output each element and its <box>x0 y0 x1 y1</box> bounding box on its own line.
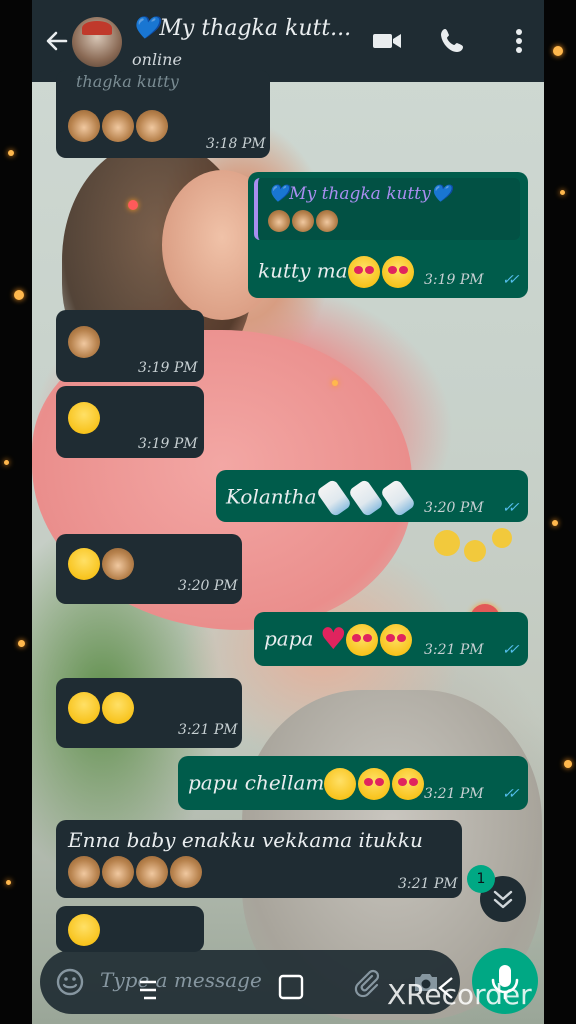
read-ticks-icon: ✓✓ <box>502 500 520 516</box>
more-options-icon[interactable] <box>502 24 536 58</box>
message-incoming[interactable] <box>56 906 204 952</box>
read-ticks-icon: ✓✓ <box>502 272 520 288</box>
see-no-evil-monkey-emoji <box>268 210 290 232</box>
message-text-row: papu chellam <box>188 768 426 800</box>
see-no-evil-monkey-emoji <box>102 856 134 888</box>
message-text: Enna baby enakku vekkama itukku <box>68 828 423 852</box>
see-no-evil-monkey-emoji <box>68 856 100 888</box>
quoted-fragment: thagka kutty <box>76 72 179 91</box>
see-no-evil-monkey-emoji <box>292 210 314 232</box>
unread-badge[interactable]: 1 <box>467 865 495 893</box>
see-no-evil-monkey-emoji <box>102 110 134 142</box>
baby-bottle-emoji <box>379 478 417 518</box>
heart-eyes-emoji <box>381 256 414 288</box>
message-emoji <box>68 548 136 580</box>
hand-over-mouth-emoji <box>102 692 134 724</box>
smiling-face-with-hearts-emoji <box>358 768 391 800</box>
see-no-evil-monkey-emoji <box>136 856 168 888</box>
recents-icon <box>140 980 156 1000</box>
message-time: 3:21 PM <box>424 786 484 802</box>
message-time: 3:21 PM <box>398 876 458 892</box>
read-ticks-icon: ✓✓ <box>502 786 520 802</box>
message-time: 3:19 PM <box>138 360 198 376</box>
see-no-evil-monkey-emoji <box>316 210 338 232</box>
avatar[interactable] <box>72 17 122 67</box>
chat-screen: 💙My thagka kutt... online thagka kutty 3… <box>32 0 544 1024</box>
hand-over-mouth-emoji <box>68 548 100 580</box>
message-incoming[interactable]: 3:19 PM <box>56 310 204 382</box>
message-incoming[interactable]: Enna baby enakku vekkama itukku 3:21 PM <box>56 820 462 898</box>
message-incoming[interactable]: 3:21 PM <box>56 678 242 748</box>
message-incoming[interactable]: 3:20 PM <box>56 534 242 604</box>
quoted-sender-name: 💙My thagka kutty💙 <box>268 184 452 204</box>
squinting-tongue-emoji <box>324 768 357 800</box>
message-text-row: papa <box>264 622 414 657</box>
see-no-evil-monkey-emoji <box>170 856 202 888</box>
message-time: 3:21 PM <box>424 642 484 658</box>
back-arrow-icon[interactable] <box>42 26 72 56</box>
message-time: 3:18 PM <box>206 136 266 152</box>
see-no-evil-monkey-emoji <box>68 110 100 142</box>
message-time: 3:19 PM <box>424 272 484 288</box>
message-text-row: kutty ma <box>258 256 416 288</box>
phone-call-icon[interactable] <box>436 24 470 58</box>
message-text: papu chellam <box>188 770 325 795</box>
message-text: Kolantha <box>226 484 317 509</box>
video-call-icon[interactable] <box>370 24 404 58</box>
red-heart-emoji <box>320 622 347 657</box>
message-text: papa <box>264 626 314 651</box>
message-outgoing[interactable]: papu chellam 3:21 PM ✓✓ <box>178 756 528 810</box>
message-incoming[interactable]: 3:19 PM <box>56 386 204 458</box>
star-struck-emoji <box>68 914 100 946</box>
contact-name[interactable]: 💙My thagka kutt... <box>132 16 351 41</box>
message-emoji <box>68 856 204 888</box>
see-no-evil-monkey-emoji <box>136 110 168 142</box>
message-outgoing[interactable]: 💙My thagka kutty💙 kutty ma 3:19 PM ✓✓ <box>248 172 528 298</box>
smiling-face-with-hearts-emoji <box>347 256 380 288</box>
smiling-face-with-hearts-emoji <box>345 624 378 656</box>
nerd-face-emoji <box>68 402 100 434</box>
message-outgoing[interactable]: Kolantha 3:20 PM ✓✓ <box>216 470 528 522</box>
heart-eyes-emoji <box>392 768 425 800</box>
message-time: 3:20 PM <box>424 500 484 516</box>
message-outgoing[interactable]: papa 3:21 PM ✓✓ <box>254 612 528 666</box>
see-no-evil-monkey-emoji <box>102 548 134 580</box>
contact-status: online <box>132 50 182 69</box>
message-emoji <box>68 914 102 946</box>
home-icon <box>278 974 304 1000</box>
quoted-message[interactable]: 💙My thagka kutty💙 <box>254 178 520 240</box>
message-time: 3:19 PM <box>138 436 198 452</box>
grinning-face-emoji <box>68 692 100 724</box>
heart-eyes-emoji <box>379 624 412 656</box>
message-time: 3:21 PM <box>178 722 238 738</box>
emoji-icon[interactable] <box>54 966 86 998</box>
message-text: kutty ma <box>258 258 348 283</box>
baby-bottle-emoji <box>315 478 353 518</box>
message-emoji <box>68 110 170 142</box>
message-emoji <box>68 692 136 724</box>
message-text-row: Kolantha <box>226 478 419 518</box>
read-ticks-icon: ✓✓ <box>502 642 520 658</box>
recorder-watermark: XRecorder <box>387 978 532 1011</box>
quoted-emoji <box>268 210 340 232</box>
message-emoji <box>68 326 102 358</box>
message-time: 3:20 PM <box>178 578 238 594</box>
see-no-evil-monkey-emoji <box>68 326 100 358</box>
message-incoming[interactable]: thagka kutty 3:18 PM <box>56 70 270 158</box>
baby-bottle-emoji <box>347 478 385 518</box>
message-emoji <box>68 402 102 434</box>
